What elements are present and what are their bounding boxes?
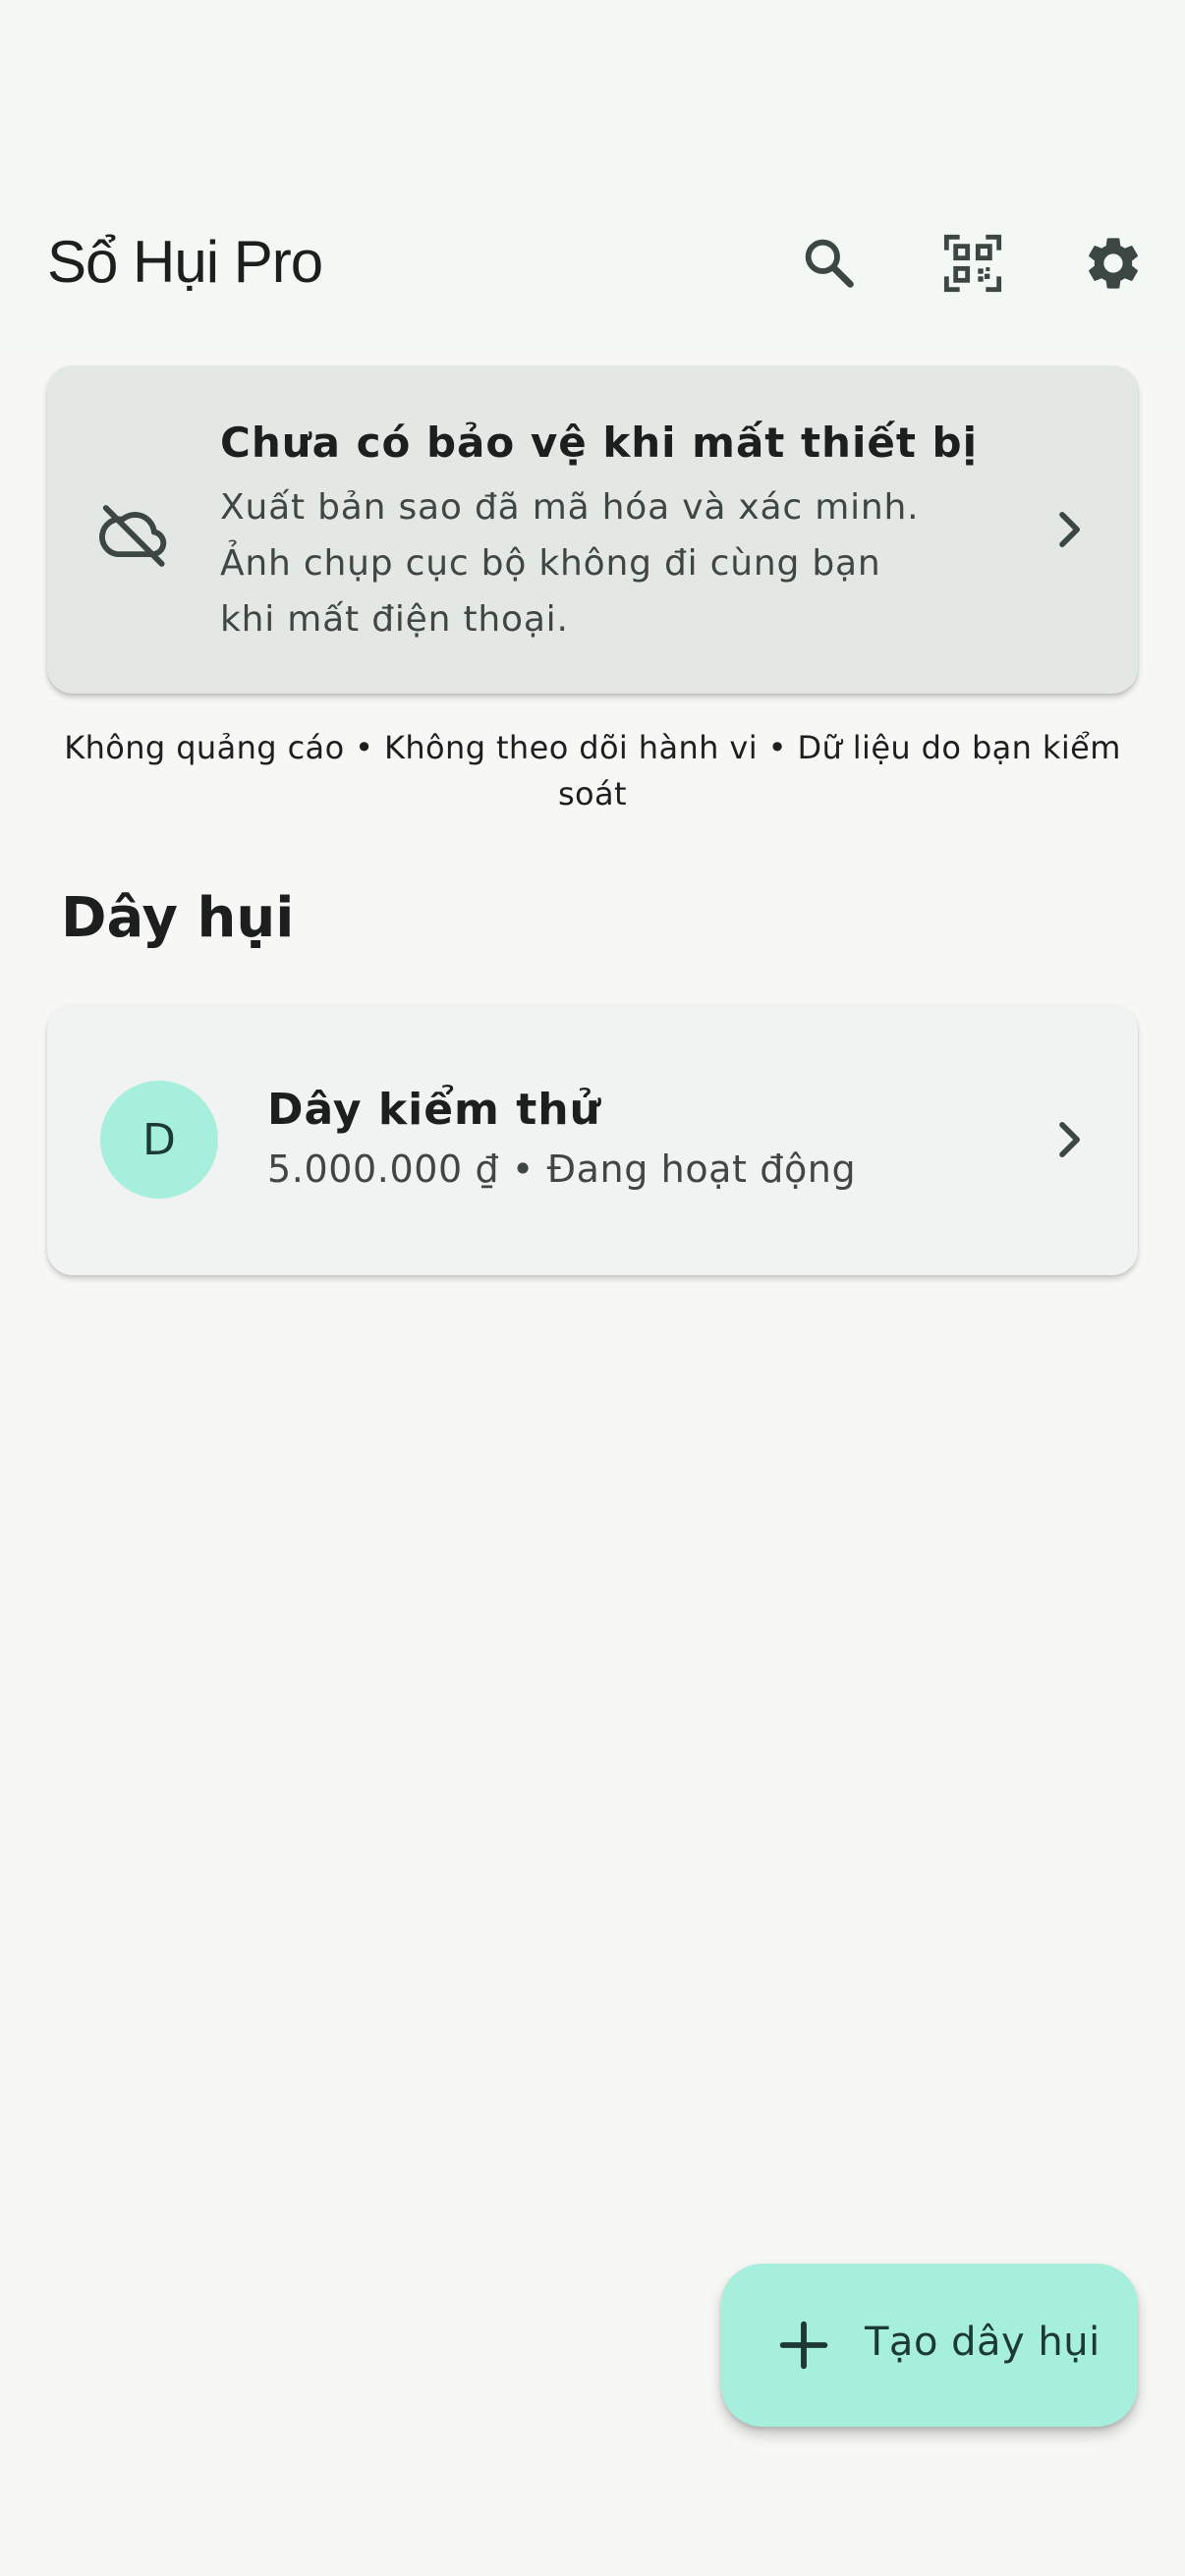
section-title: Dây hụi <box>61 886 295 950</box>
search-icon <box>805 239 854 288</box>
search-button[interactable] <box>786 220 873 307</box>
backup-warning-card[interactable]: Chưa có bảo vệ khi mất thiết bị Xuất bản… <box>47 365 1138 694</box>
backup-description-line: Xuất bản sao đã mã hóa và xác minh. <box>220 487 920 528</box>
app-title: Sổ Hụi Pro <box>47 229 323 295</box>
settings-button[interactable] <box>1070 220 1157 307</box>
avatar: D <box>100 1081 218 1199</box>
privacy-tagline: Không quảng cáo • Không theo dõi hành vi… <box>47 725 1138 817</box>
settings-icon <box>1089 238 1138 289</box>
fab-label: Tạo dây hụi <box>865 2320 1100 2365</box>
chevron-right-icon <box>1059 512 1080 547</box>
tagline-line: soát <box>557 775 627 812</box>
plus-icon <box>779 2321 828 2370</box>
backup-title: Chưa có bảo vệ khi mất thiết bị <box>220 419 979 467</box>
cloud-off-icon <box>99 505 167 567</box>
group-meta: 5.000.000 ₫ • Đang hoạt động <box>267 1148 857 1191</box>
group-list-item[interactable]: D Dây kiểm thử 5.000.000 ₫ • Đang hoạt đ… <box>47 1004 1138 1275</box>
create-group-fab[interactable]: Tạo dây hụi <box>721 2264 1138 2427</box>
backup-description: Xuất bản sao đã mã hóa và xác minh. Ảnh … <box>220 479 967 647</box>
scan-qr-button[interactable] <box>930 220 1016 307</box>
chevron-right-icon <box>1059 1122 1080 1157</box>
qr-code-icon <box>943 234 1002 293</box>
tagline-line: Không quảng cáo • Không theo dõi hành vi… <box>64 729 1121 766</box>
status-bar-area <box>0 0 1185 196</box>
backup-description-line: Ảnh chụp cục bộ không đi cùng bạn <box>220 543 881 584</box>
group-name: Dây kiểm thử <box>267 1085 601 1135</box>
backup-description-line: khi mất điện thoại. <box>220 599 569 640</box>
